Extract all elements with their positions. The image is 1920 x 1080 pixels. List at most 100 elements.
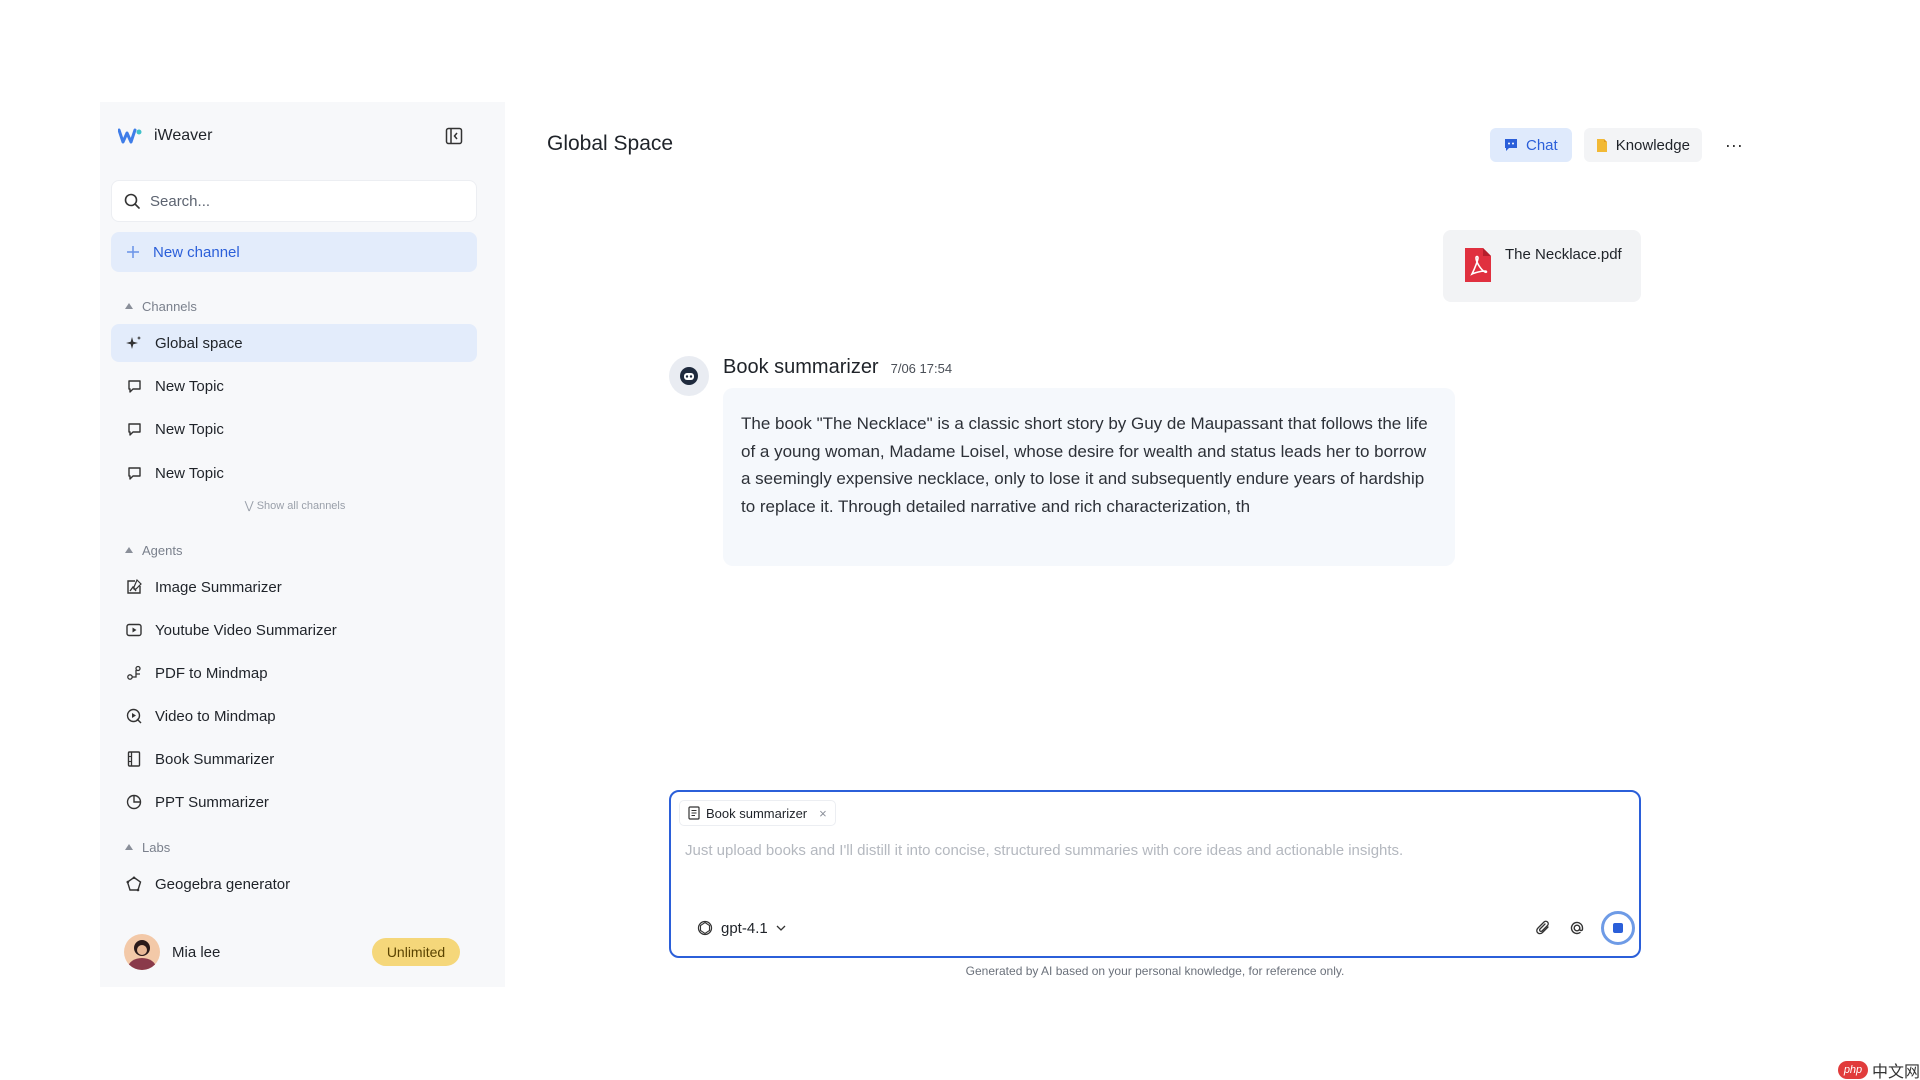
labs-heading: Labs [142, 839, 171, 855]
chevron-down-icon [776, 925, 786, 931]
attach-file-button[interactable] [1531, 916, 1555, 940]
new-channel-label: New channel [153, 243, 240, 261]
book-icon [125, 750, 143, 768]
search-box[interactable] [111, 180, 477, 222]
ai-disclaimer: Generated by AI based on your personal k… [965, 964, 1345, 978]
message-input[interactable] [685, 842, 1615, 902]
stop-icon [1613, 923, 1623, 933]
paperclip-icon [1536, 920, 1549, 935]
at-sign-icon [1570, 921, 1584, 935]
new-channel-button[interactable]: New channel [111, 232, 477, 272]
labs-item-geogebra-generator[interactable]: Geogebra generator [111, 865, 477, 903]
labs-label: Geogebra generator [155, 875, 291, 893]
remove-agent-button[interactable]: × [819, 806, 827, 821]
iweaver-logo-icon [118, 127, 142, 145]
more-options-button[interactable]: ··· [1720, 128, 1748, 162]
chat-bubble-icon [125, 464, 143, 482]
caret-up-icon [125, 547, 133, 553]
bot-avatar [669, 356, 709, 396]
avatar [124, 934, 160, 970]
message-sender: Book summarizer [723, 356, 879, 378]
bot-icon [680, 367, 698, 385]
agent-label: PDF to Mindmap [155, 664, 268, 682]
mindmap-icon [125, 664, 143, 682]
model-selector[interactable]: gpt-4.1 [697, 916, 786, 940]
channel-label: New Topic [155, 377, 224, 395]
user-name: Mia lee [172, 943, 221, 961]
search-icon [124, 193, 140, 209]
channel-label: New Topic [155, 464, 224, 482]
brand: iWeaver [118, 122, 212, 150]
user-profile[interactable]: Mia lee [124, 934, 220, 970]
channel-item-new-topic[interactable]: New Topic [111, 454, 477, 492]
sparkle-icon [125, 334, 143, 352]
knowledge-icon [1596, 138, 1607, 152]
show-all-channels-link[interactable]: ⋁ Show all channels [100, 499, 490, 512]
plan-badge[interactable]: Unlimited [372, 938, 460, 966]
model-label: gpt-4.1 [721, 919, 768, 937]
message-bubble: The book "The Necklace" is a classic sho… [723, 388, 1455, 566]
agents-heading: Agents [142, 542, 183, 558]
attachment-card[interactable]: The Necklace.pdf [1443, 230, 1641, 302]
plus-icon [125, 244, 141, 260]
agent-label: PPT Summarizer [155, 793, 269, 811]
header-actions: Chat Knowledge ··· [1490, 128, 1748, 162]
search-input[interactable] [150, 192, 450, 210]
main-panel: Global Space Chat Knowledge ··· The Neck… [505, 102, 1800, 987]
chat-bubble-icon [125, 377, 143, 395]
collapse-sidebar-button[interactable] [442, 124, 466, 148]
document-icon [688, 806, 700, 820]
app-window: iWeaver New channel Channels Global spac… [100, 102, 1800, 987]
agent-item-book-summarizer[interactable]: Book Summarizer [111, 740, 477, 778]
chat-bubble-icon [125, 420, 143, 438]
labs-section-toggle[interactable]: Labs [124, 837, 170, 857]
chat-icon [1505, 139, 1517, 151]
agents-section-toggle[interactable]: Agents [124, 540, 182, 560]
watermark-text: 中文网 [1872, 1064, 1920, 1080]
channel-label: Global space [155, 334, 243, 352]
attachment-name: The Necklace.pdf [1505, 246, 1622, 263]
sidebar-collapse-icon [445, 127, 463, 145]
sidebar: iWeaver New channel Channels Global spac… [100, 102, 505, 987]
watermark-logo: php [1838, 1061, 1868, 1079]
message-composer: Book summarizer × gpt-4.1 [669, 790, 1641, 958]
agent-item-pdf-to-mindmap[interactable]: PDF to Mindmap [111, 654, 477, 692]
channels-heading: Channels [142, 298, 197, 314]
agent-item-youtube-video-summarizer[interactable]: Youtube Video Summarizer [111, 611, 477, 649]
channel-item-new-topic[interactable]: New Topic [111, 410, 477, 448]
message-timestamp: 7/06 17:54 [890, 361, 953, 376]
caret-up-icon [125, 844, 133, 850]
image-edit-icon [125, 578, 143, 596]
geometry-icon [125, 875, 143, 893]
show-all-label: Show all channels [256, 500, 346, 512]
chat-tab-button[interactable]: Chat [1490, 128, 1572, 162]
watermark: php 中文网 [1838, 1058, 1920, 1080]
channels-section-toggle[interactable]: Channels [124, 296, 197, 316]
chat-label: Chat [1526, 136, 1558, 154]
double-chevron-down-icon: ⋁ [244, 500, 257, 512]
channel-item-global-space[interactable]: Global space [111, 324, 477, 362]
knowledge-label: Knowledge [1615, 136, 1690, 154]
agent-item-image-summarizer[interactable]: Image Summarizer [111, 568, 477, 606]
stop-generation-button[interactable] [1601, 911, 1635, 945]
agent-label: Youtube Video Summarizer [155, 621, 337, 639]
video-mindmap-icon [125, 707, 143, 725]
knowledge-tab-button[interactable]: Knowledge [1583, 128, 1702, 162]
openai-icon [697, 920, 713, 936]
channel-item-new-topic[interactable]: New Topic [111, 367, 477, 405]
agent-item-ppt-summarizer[interactable]: PPT Summarizer [111, 783, 477, 821]
video-play-icon [125, 621, 143, 639]
channel-label: New Topic [155, 420, 224, 438]
agent-item-video-to-mindmap[interactable]: Video to Mindmap [111, 697, 477, 735]
mention-button[interactable] [1565, 916, 1589, 940]
message-header: Book summarizer 7/06 17:54 [723, 356, 952, 379]
pie-chart-icon [125, 793, 143, 811]
agent-label: Book Summarizer [155, 750, 275, 768]
pdf-file-icon [1465, 248, 1491, 282]
brand-name: iWeaver [154, 127, 213, 144]
caret-up-icon [125, 303, 133, 309]
selected-agent-chip: Book summarizer × [679, 800, 836, 826]
agent-label: Video to Mindmap [155, 707, 276, 725]
agent-chip-label: Book summarizer [706, 805, 808, 821]
page-title: Global Space [547, 132, 674, 155]
